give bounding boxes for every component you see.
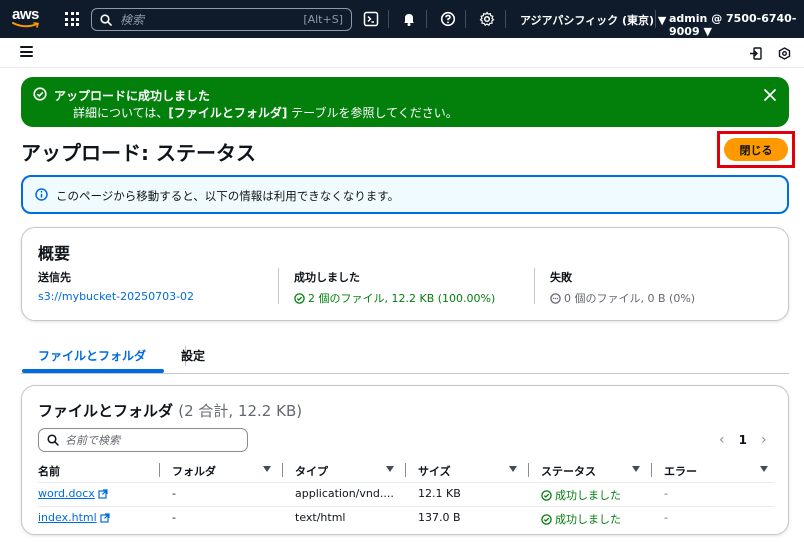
sort-caret-icon[interactable] (632, 466, 640, 472)
files-and-folders-table: ファイルとフォルダ (2 合計, 12.2 KB) 名前で検索 ‹ 1 › 名前… (21, 385, 789, 535)
pending-dots-icon (550, 292, 561, 304)
file-status: 成功しました (541, 511, 621, 527)
file-error: - (664, 487, 668, 500)
active-tab-indicator (22, 369, 164, 373)
flash-detail: 詳細については、[ファイルとフォルダ] テーブルを参照してください。 (73, 106, 458, 120)
aws-logo-text: aws (12, 6, 39, 23)
file-type: application/vnd.... (295, 487, 394, 500)
success-check-icon (541, 489, 552, 501)
tab-files-and-folders[interactable]: ファイルとフォルダ (38, 347, 146, 364)
aws-smile-icon (12, 22, 40, 28)
console-subbar (0, 38, 804, 68)
file-folder: - (172, 511, 176, 524)
tab-settings[interactable]: 設定 (181, 347, 205, 364)
sort-caret-icon[interactable] (263, 466, 271, 472)
cloudshell-icon[interactable] (363, 11, 379, 27)
menu-icon[interactable] (20, 46, 33, 57)
services-grid-icon[interactable] (65, 12, 79, 26)
file-status: 成功しました (541, 487, 621, 503)
name-filter-input[interactable]: 名前で検索 (38, 428, 248, 452)
help-icon[interactable] (440, 11, 456, 27)
region-selector[interactable]: アジアパシフィック (東京) ▼ (520, 12, 666, 28)
file-size: 12.1 KB (418, 487, 461, 500)
summary-title: 概要 (38, 244, 71, 263)
page-title: アップロード: ステータス (21, 141, 256, 165)
column-header-type[interactable]: タイプ (295, 463, 328, 479)
file-name-link[interactable]: word.docx (38, 487, 108, 500)
notifications-hexagon-icon[interactable] (778, 47, 791, 60)
global-search-input[interactable]: 検索 [Alt+S] (91, 8, 352, 31)
search-shortcut: [Alt+S] (303, 13, 343, 26)
aws-logo[interactable]: aws (12, 6, 42, 30)
succeeded-column: 成功しました 2 個のファイル, 12.2 KB (100.00%) (294, 269, 495, 306)
files-table-title: ファイルとフォルダ (2 合計, 12.2 KB) (38, 402, 303, 420)
success-check-icon (541, 513, 552, 525)
column-header-status[interactable]: ステータス (541, 463, 596, 479)
sort-caret-icon[interactable] (760, 466, 768, 472)
previous-page-icon[interactable]: ‹ (719, 432, 725, 448)
search-icon (47, 434, 59, 446)
sort-caret-icon[interactable] (509, 466, 517, 472)
filter-placeholder: 名前で検索 (65, 434, 120, 447)
tab-list: ファイルとフォルダ 設定 (21, 340, 789, 374)
file-error: - (664, 511, 668, 524)
sort-caret-icon[interactable] (386, 466, 394, 472)
external-link-icon (98, 488, 108, 499)
failed-value: 0 個のファイル, 0 B (0%) (550, 290, 695, 306)
succeeded-value: 2 個のファイル, 12.2 KB (100.00%) (294, 290, 495, 306)
bell-icon[interactable] (401, 11, 417, 27)
dismiss-flash-icon[interactable] (763, 88, 777, 102)
current-page[interactable]: 1 (739, 433, 747, 447)
exit-panel-icon[interactable] (749, 47, 762, 60)
info-icon (35, 188, 48, 201)
destination-column: 送信先 s3://mybucket-20250703-02 (38, 269, 194, 303)
summary-container: 概要 送信先 s3://mybucket-20250703-02 成功しました … (21, 227, 789, 321)
files-count: (2 合計, 12.2 KB) (178, 402, 303, 420)
account-menu[interactable]: admin @ 7500-6740-9009 ▼ (669, 12, 804, 38)
failed-column: 失敗 0 個のファイル, 0 B (0%) (550, 269, 695, 306)
info-alert: このページから移動すると、以下の情報は利用できなくなります。 (21, 175, 789, 214)
destination-label: 送信先 (38, 271, 71, 284)
file-folder: - (172, 487, 176, 500)
gear-icon[interactable] (479, 11, 495, 27)
search-icon (100, 13, 112, 26)
column-header-error[interactable]: エラー (664, 463, 697, 479)
info-alert-text: このページから移動すると、以下の情報は利用できなくなります。 (56, 189, 400, 203)
success-check-icon (33, 87, 47, 101)
failed-label: 失敗 (550, 271, 572, 284)
succeeded-label: 成功しました (294, 271, 360, 284)
next-page-icon[interactable]: › (761, 432, 767, 448)
close-button-highlight: 閉じる (717, 131, 795, 168)
close-button[interactable]: 閉じる (724, 138, 788, 161)
column-header-folder[interactable]: フォルダ (172, 463, 216, 479)
column-header-size[interactable]: サイズ (418, 463, 451, 479)
top-navigation: aws 検索 [Alt+S] アジアパシフィック (東京) ▼ admin @ … (0, 0, 804, 38)
destination-link[interactable]: s3://mybucket-20250703-02 (38, 290, 194, 303)
column-header-name[interactable]: 名前 (38, 463, 60, 479)
pagination: ‹ 1 › (719, 432, 767, 448)
success-check-icon (294, 292, 305, 304)
file-size: 137.0 B (418, 511, 461, 524)
search-placeholder: 検索 (120, 13, 145, 27)
flash-title: アップロードに成功しました (54, 89, 211, 103)
file-name-link[interactable]: index.html (38, 511, 110, 524)
external-link-icon (100, 512, 110, 523)
file-type: text/html (295, 511, 346, 524)
success-flashbar: アップロードに成功しました 詳細については、[ファイルとフォルダ] テーブルを参… (21, 77, 789, 127)
